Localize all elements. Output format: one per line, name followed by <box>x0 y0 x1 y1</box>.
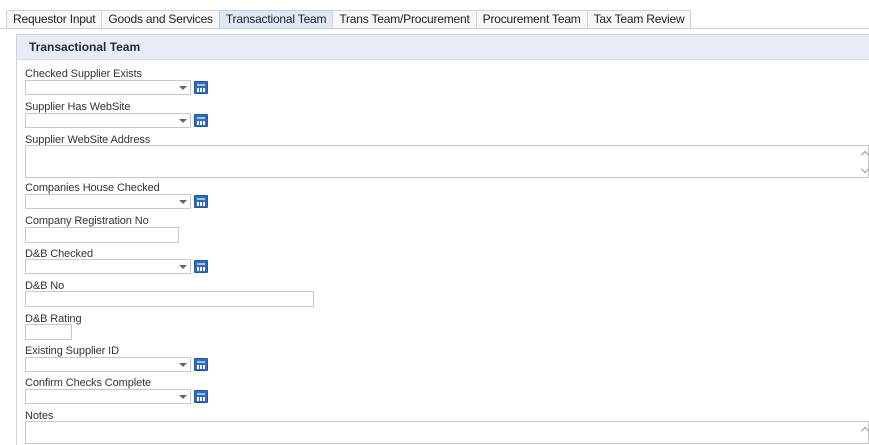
confirm-checks-complete-label: Confirm Checks Complete <box>25 377 152 389</box>
panel-title: Transactional Team <box>29 40 141 54</box>
company-registration-no-input[interactable] <box>25 227 179 243</box>
companies-house-checked-label: Companies House Checked <box>25 182 160 194</box>
supplier-website-address-textarea[interactable] <box>25 145 869 178</box>
companies-house-checked-select[interactable] <box>25 194 191 209</box>
tab-divider <box>0 28 869 29</box>
tab-trans-team-procurement[interactable]: Trans Team/Procurement <box>332 10 477 28</box>
tab-goods-and-services[interactable]: Goods and Services <box>101 10 220 28</box>
db-rating-input[interactable] <box>25 324 72 340</box>
chevron-down-icon[interactable] <box>179 86 187 90</box>
confirm-checks-complete-select[interactable] <box>25 389 191 404</box>
tab-procurement-team[interactable]: Procurement Team <box>475 10 588 28</box>
notes-textarea[interactable] <box>25 421 869 444</box>
chevron-down-icon[interactable] <box>179 119 187 123</box>
tab-transactional-team[interactable]: Transactional Team <box>218 10 334 28</box>
company-registration-no-label: Company Registration No <box>25 215 149 227</box>
existing-supplier-id-select[interactable] <box>25 357 191 372</box>
chevron-down-icon[interactable] <box>179 200 187 204</box>
tab-bar: Requestor Input Goods and Services Trans… <box>6 10 692 28</box>
tab-requestor-input[interactable]: Requestor Input <box>6 10 103 28</box>
chevron-down-icon[interactable] <box>179 363 187 367</box>
chevron-down-icon[interactable] <box>179 265 187 269</box>
calendar-icon[interactable] <box>194 260 208 273</box>
db-no-input[interactable] <box>25 291 314 307</box>
db-checked-select[interactable] <box>25 259 191 274</box>
panel-header: Transactional Team <box>17 35 869 60</box>
supplier-has-website-select[interactable] <box>25 113 191 128</box>
supplier-has-website-label: Supplier Has WebSite <box>25 101 131 113</box>
calendar-icon[interactable] <box>194 114 208 127</box>
existing-supplier-id-label: Existing Supplier ID <box>25 345 119 357</box>
chevron-down-icon[interactable] <box>179 395 187 399</box>
checked-supplier-exists-select[interactable] <box>25 80 191 95</box>
calendar-icon[interactable] <box>194 81 208 94</box>
tab-tax-team-review[interactable]: Tax Team Review <box>586 10 692 28</box>
checked-supplier-exists-label: Checked Supplier Exists <box>25 68 142 80</box>
calendar-icon[interactable] <box>194 358 208 371</box>
calendar-icon[interactable] <box>194 195 208 208</box>
calendar-icon[interactable] <box>194 390 208 403</box>
